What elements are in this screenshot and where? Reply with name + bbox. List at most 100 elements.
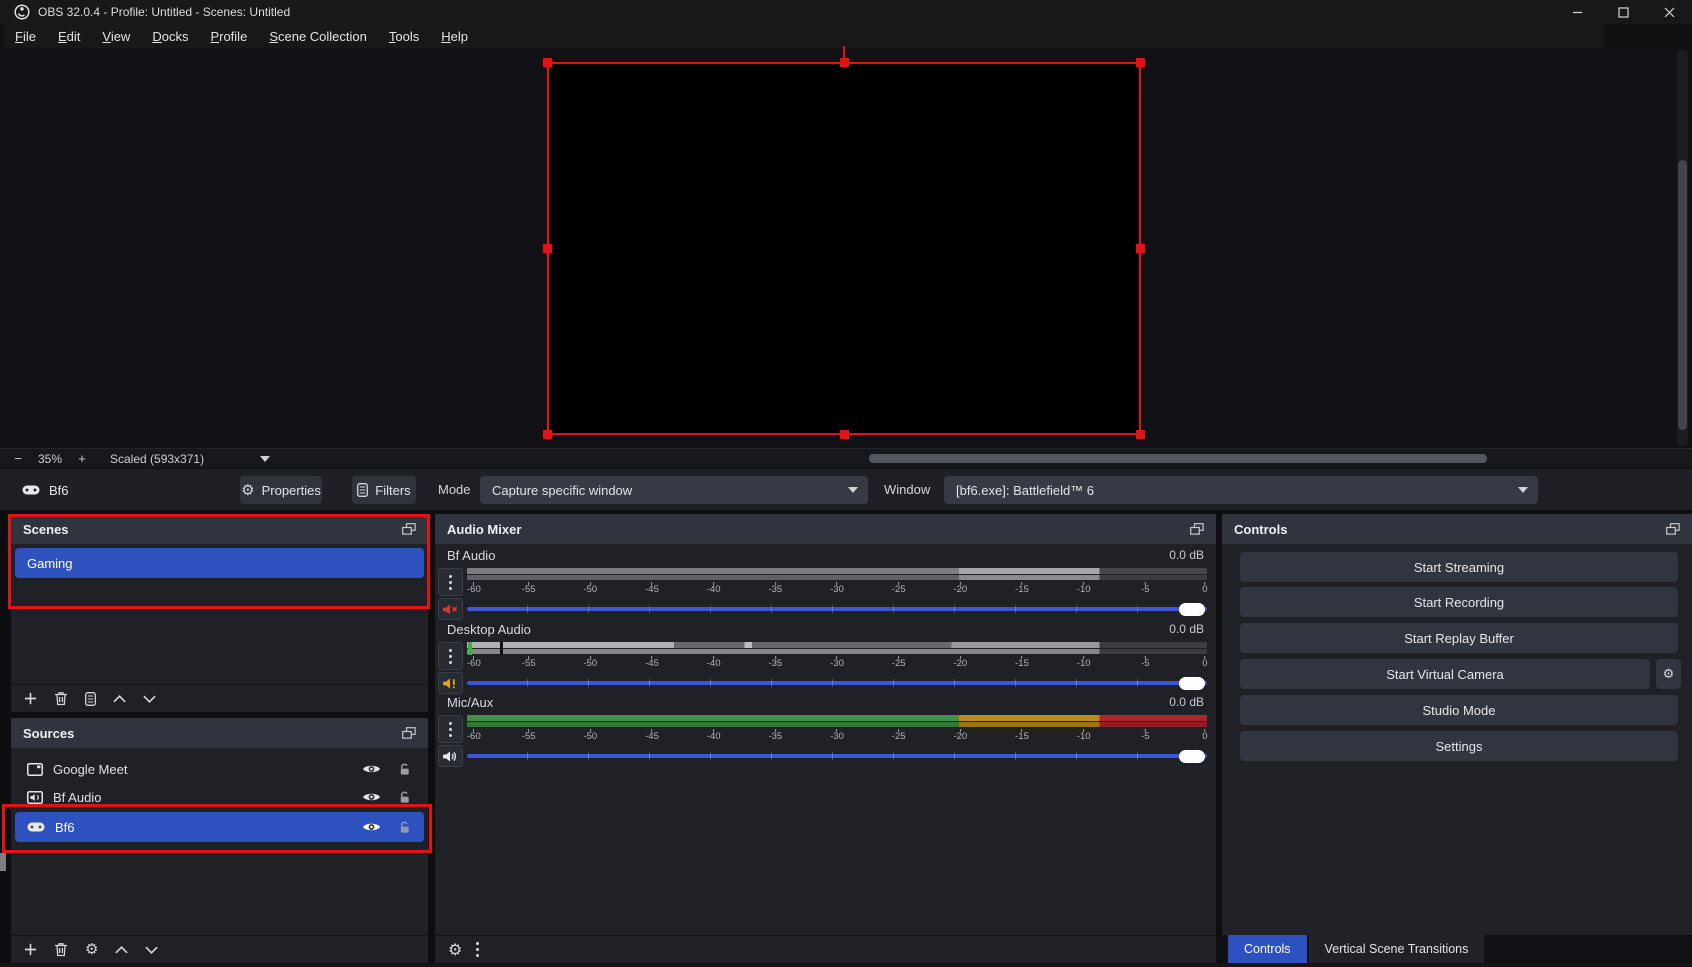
visibility-eye-icon[interactable]	[362, 763, 381, 775]
zoom-out-button[interactable]: −	[8, 451, 28, 466]
menu-item-tools[interactable]: Tools	[378, 26, 430, 47]
move-scene-up-button[interactable]	[113, 695, 126, 703]
add-source-button[interactable]	[24, 943, 37, 956]
preview-vertical-scrollbar[interactable]	[1677, 50, 1688, 446]
controls-panel-header: Controls	[1222, 514, 1692, 544]
channel-menu-button[interactable]	[438, 568, 463, 596]
resize-handle-bottom-left[interactable]	[543, 430, 552, 439]
remove-scene-button[interactable]	[54, 691, 68, 706]
unlock-icon[interactable]	[397, 762, 412, 777]
menu-item-scene-collection[interactable]: Scene Collection	[258, 26, 378, 47]
mute-button-active[interactable]	[438, 745, 463, 767]
scene-item-gaming[interactable]: Gaming	[15, 548, 424, 578]
source-item-google-meet[interactable]: Google Meet	[15, 754, 424, 784]
settings-button[interactable]: Settings	[1240, 731, 1678, 761]
minimize-button[interactable]	[1554, 0, 1600, 24]
volume-meter	[467, 568, 1207, 582]
scenes-panel-header: Scenes	[11, 514, 428, 544]
volume-slider-handle[interactable]	[1179, 603, 1205, 616]
filters-button[interactable]: Filters	[352, 476, 416, 504]
resize-handle-top-center[interactable]	[840, 58, 849, 67]
preview-horizontal-scrollbar-thumb[interactable]	[869, 454, 1487, 463]
mixer-channel-desktop-audio: Desktop Audio 0.0 dB -60-55-50-45-40-35-…	[438, 622, 1208, 695]
source-name: Google Meet	[53, 762, 127, 777]
mute-button-warning[interactable]	[438, 672, 463, 694]
controls-panel: Controls Start Streaming Start Recording…	[1222, 514, 1692, 963]
resize-handle-middle-right[interactable]	[1136, 244, 1145, 253]
resize-handle-middle-left[interactable]	[543, 244, 552, 253]
source-name: Bf Audio	[53, 790, 101, 805]
kebab-menu-icon	[449, 581, 452, 584]
capture-window-dropdown[interactable]: [bf6.exe]: Battlefield™ 6	[944, 476, 1538, 504]
volume-slider-handle[interactable]	[1179, 677, 1205, 690]
source-properties-gear-icon[interactable]: ⚙	[85, 942, 98, 957]
audio-mixer-toolbar: ⚙	[435, 935, 1216, 963]
menu-item-profile[interactable]: Profile	[199, 26, 258, 47]
studio-mode-button[interactable]: Studio Mode	[1240, 695, 1678, 725]
window-title: OBS 32.0.4 - Profile: Untitled - Scenes:…	[38, 5, 290, 19]
scene-canvas[interactable]	[547, 62, 1141, 435]
menu-bar: File Edit View Docks Profile Scene Colle…	[4, 24, 1604, 48]
advanced-audio-properties-icon[interactable]: ⚙	[448, 942, 462, 958]
move-source-up-button[interactable]	[115, 946, 128, 954]
menu-item-view[interactable]: View	[91, 26, 141, 47]
menu-item-help[interactable]: Help	[430, 26, 479, 47]
properties-button[interactable]: ⚙ Properties	[240, 476, 322, 504]
kebab-menu-icon	[449, 655, 452, 658]
add-scene-button[interactable]	[24, 692, 37, 705]
visibility-eye-icon[interactable]	[362, 821, 381, 833]
unlock-icon[interactable]	[397, 790, 412, 805]
remove-source-button[interactable]	[54, 942, 68, 957]
tab-controls[interactable]: Controls	[1228, 935, 1307, 963]
start-virtual-camera-button[interactable]: Start Virtual Camera	[1240, 659, 1650, 689]
sources-toolbar: ⚙	[11, 935, 428, 963]
mute-button-muted[interactable]	[438, 598, 463, 620]
popout-dock-icon[interactable]	[402, 523, 416, 535]
scene-filters-button[interactable]	[85, 692, 96, 706]
resize-handle-bottom-right[interactable]	[1136, 430, 1145, 439]
kebab-menu-icon	[449, 728, 452, 731]
filter-icon	[357, 483, 368, 497]
selected-source-name: Bf6	[49, 483, 69, 498]
properties-button-label: Properties	[262, 483, 321, 498]
source-item-bf6[interactable]: Bf6	[15, 812, 424, 842]
mixer-channel-mic-aux: Mic/Aux 0.0 dB -60-55-50-45-40-35-30-25-…	[438, 695, 1208, 768]
capture-mode-dropdown[interactable]: Capture specific window	[480, 476, 868, 504]
meter-peak-indicator	[468, 642, 472, 655]
menu-item-docks[interactable]: Docks	[141, 26, 199, 47]
resize-handle-top-left[interactable]	[543, 58, 552, 67]
scenes-panel: Scenes Gaming	[11, 514, 428, 712]
resize-handle-top-right[interactable]	[1136, 58, 1145, 67]
resize-handle-bottom-center[interactable]	[840, 430, 849, 439]
preview-vertical-scrollbar-thumb[interactable]	[1678, 160, 1687, 430]
popout-dock-icon[interactable]	[1666, 523, 1680, 535]
move-scene-down-button[interactable]	[143, 695, 156, 703]
close-button[interactable]	[1646, 0, 1692, 24]
volume-slider[interactable]	[467, 672, 1207, 694]
source-item-bf-audio[interactable]: Bf Audio	[15, 782, 424, 812]
menu-item-file[interactable]: File	[4, 26, 47, 47]
volume-slider[interactable]	[467, 745, 1207, 767]
popout-dock-icon[interactable]	[1190, 523, 1204, 535]
move-source-down-button[interactable]	[145, 946, 158, 954]
start-streaming-button[interactable]: Start Streaming	[1240, 552, 1678, 582]
start-replay-buffer-button[interactable]: Start Replay Buffer	[1240, 623, 1678, 653]
start-recording-button[interactable]: Start Recording	[1240, 587, 1678, 617]
visibility-eye-icon[interactable]	[362, 791, 381, 803]
zoom-in-button[interactable]: +	[72, 451, 92, 466]
unlock-icon[interactable]	[397, 820, 412, 835]
mixer-menu-button[interactable]	[476, 948, 479, 951]
menu-item-edit[interactable]: Edit	[47, 26, 91, 47]
preview-scale-dropdown[interactable]: Scaled (593x371)	[110, 452, 270, 466]
maximize-button[interactable]	[1600, 0, 1646, 24]
volume-slider-handle[interactable]	[1179, 750, 1205, 763]
tab-vertical-scene-transitions[interactable]: Vertical Scene Transitions	[1309, 935, 1485, 963]
volume-slider[interactable]	[467, 598, 1207, 620]
virtual-camera-settings-button[interactable]: ⚙	[1656, 659, 1681, 689]
channel-menu-button[interactable]	[438, 642, 463, 670]
channel-menu-button[interactable]	[438, 715, 463, 743]
audio-capture-icon	[27, 791, 43, 804]
sources-panel: Sources Google Meet	[11, 718, 428, 963]
obs-main-window: OBS 32.0.4 - Profile: Untitled - Scenes:…	[0, 0, 1692, 967]
popout-dock-icon[interactable]	[402, 727, 416, 739]
